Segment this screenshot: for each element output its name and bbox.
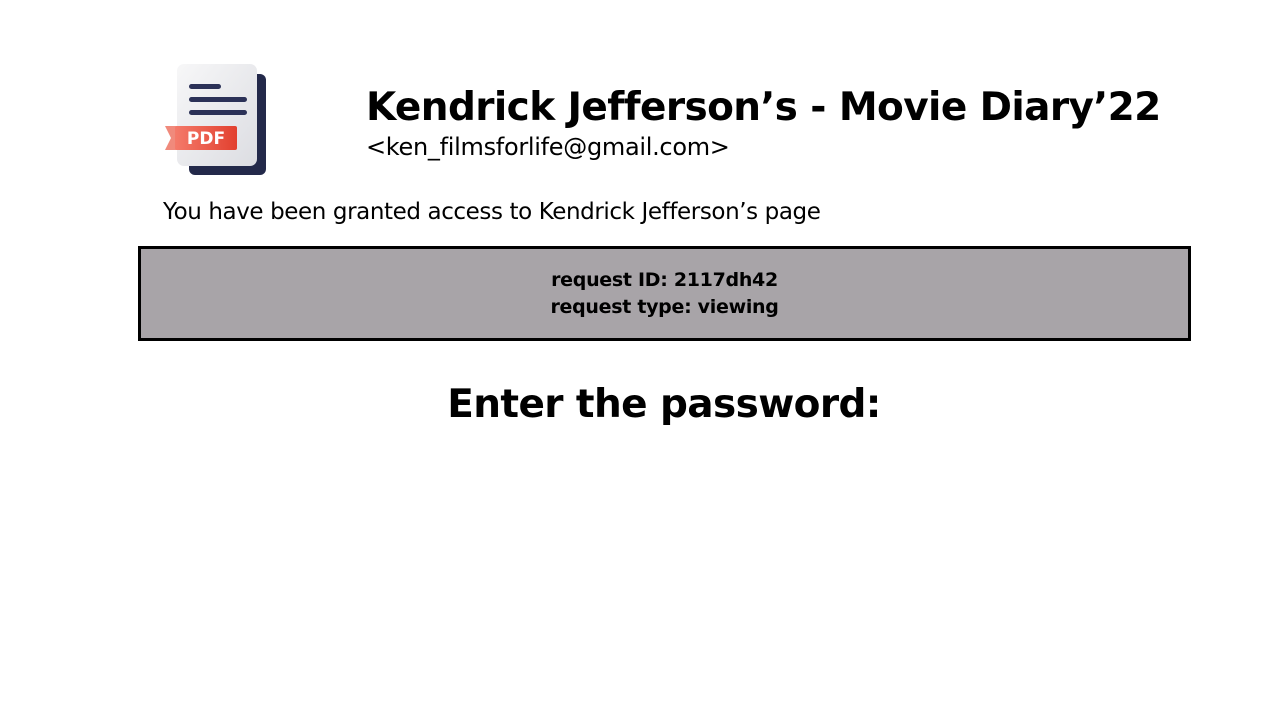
- pdf-badge-label: PDF: [187, 129, 225, 149]
- request-id: request ID: 2117dh42: [551, 268, 778, 291]
- document-title: Kendrick Jefferson’s - Movie Diary’22: [366, 85, 1161, 130]
- request-info-box: request ID: 2117dh42 request type: viewi…: [138, 246, 1191, 341]
- request-type: request type: viewing: [550, 295, 779, 318]
- password-prompt: Enter the password:: [447, 382, 881, 427]
- access-granted-message: You have been granted access to Kendrick…: [163, 199, 821, 225]
- owner-email: <ken_filmsforlife@gmail.com>: [366, 133, 730, 161]
- pdf-file-icon: PDF: [165, 64, 267, 176]
